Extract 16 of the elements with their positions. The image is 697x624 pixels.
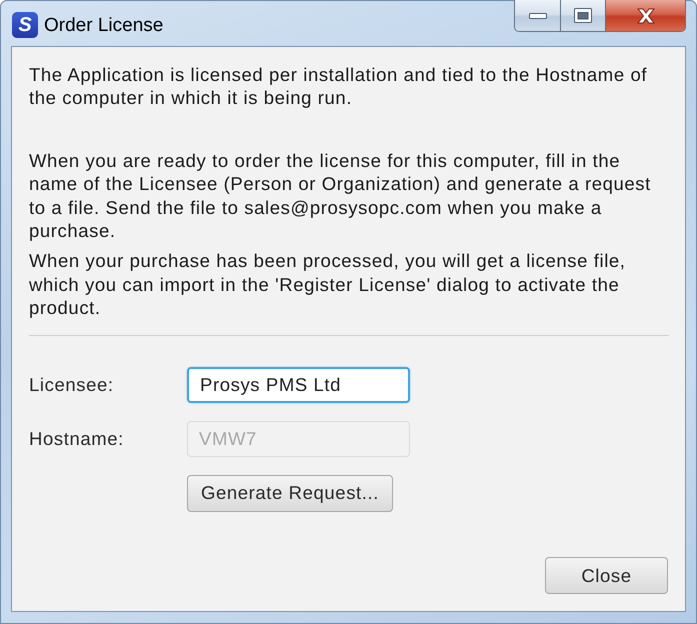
minimize-button[interactable] — [515, 0, 560, 31]
generate-request-button[interactable]: Generate Request... — [187, 474, 393, 512]
minimize-icon — [528, 12, 546, 18]
info-paragraph: When you are ready to order the license for this computer, fill in the name of the Licensee (Person or Organization) and generate a request to a file. Send the file to sales@prosysopc.com when you make a purchase. — [29, 148, 652, 242]
close-window-button[interactable] — [605, 0, 685, 31]
info-paragraph: The Application is licensed per installation and tied to the Hostname of the computer in which it is being run. — [29, 63, 648, 110]
window-title: Order License — [44, 14, 164, 38]
close-icon — [636, 8, 656, 24]
close-button[interactable]: Close — [545, 557, 668, 594]
field-label: Hostname: — [29, 428, 125, 450]
info-paragraph: When your purchase has been processed, you will get a license file, which you can import in the 'Register License' dialog to activate the product. — [29, 249, 627, 320]
maximize-icon — [574, 8, 592, 23]
maximize-button[interactable] — [560, 0, 605, 31]
licensee-field[interactable]: Prosys PMS Ltd — [187, 366, 410, 403]
app-logo: S — [12, 12, 38, 38]
field-label: Licensee: — [29, 374, 115, 396]
